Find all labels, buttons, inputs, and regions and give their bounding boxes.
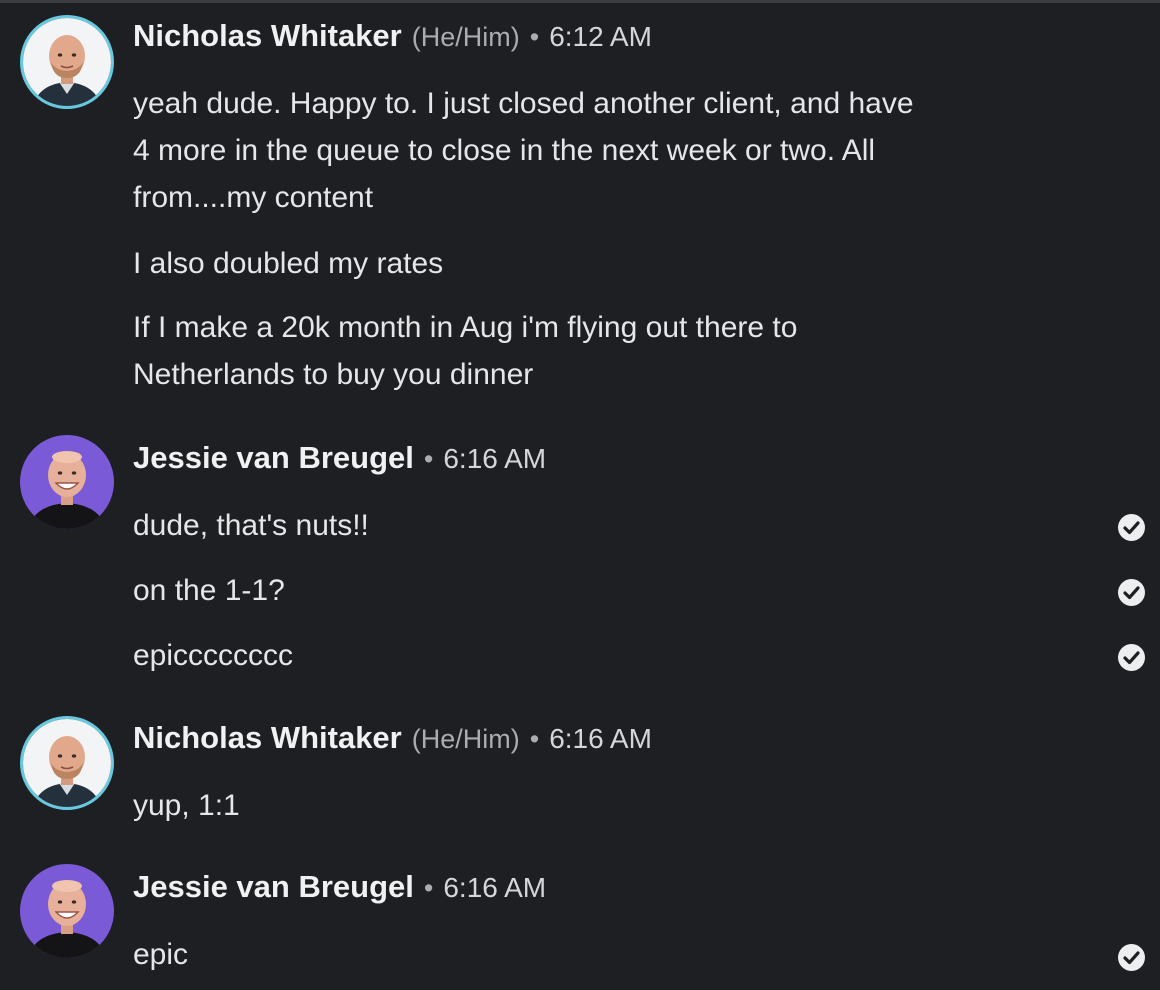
header-separator: • — [529, 724, 540, 754]
message-text: yeah dude. Happy to. I just closed anoth… — [133, 80, 1033, 221]
header-separator: • — [423, 444, 434, 474]
message-text: I also doubled my rates — [133, 240, 1033, 287]
header-separator: • — [423, 873, 434, 903]
message-line: yup, 1:1 — [133, 789, 240, 822]
message-text: epicccccccc — [133, 632, 1033, 679]
message-line: on the 1-1? — [133, 574, 285, 607]
message-line: I also doubled my rates — [133, 247, 444, 280]
message-header: Jessie van Breugel • 6:16 AM — [133, 440, 546, 480]
message-text: If I make a 20k month in Aug i'm flying … — [133, 304, 1033, 398]
avatar-jessie[interactable] — [20, 435, 114, 529]
avatar-jessie-image — [20, 864, 114, 958]
sender-name[interactable]: Jessie van Breugel — [133, 869, 414, 905]
check-circle-icon — [1118, 514, 1145, 541]
message-header: Jessie van Breugel • 6:16 AM — [133, 869, 546, 909]
check-circle-icon — [1118, 644, 1145, 671]
check-circle-icon — [1118, 579, 1145, 606]
message-line: epic — [133, 938, 189, 971]
message-timestamp: 6:16 AM — [443, 872, 547, 903]
message-timestamp: 6:16 AM — [549, 723, 652, 754]
message-line: from....my content — [133, 181, 374, 214]
avatar-nicholas-image — [23, 18, 111, 106]
message-timestamp: 6:12 AM — [549, 21, 652, 52]
check-circle-icon — [1118, 944, 1145, 971]
header-separator: • — [529, 22, 540, 52]
message-line: yeah dude. Happy to. I just closed anoth… — [133, 87, 914, 120]
top-divider — [0, 0, 1160, 3]
message-text: epic — [133, 931, 1033, 978]
message-text: on the 1-1? — [133, 567, 1033, 614]
sender-pronoun: (He/Him) — [411, 724, 520, 754]
message-line: Netherlands to buy you dinner — [133, 358, 534, 391]
avatar-nicholas[interactable] — [20, 716, 114, 810]
sender-name[interactable]: Jessie van Breugel — [133, 440, 414, 476]
message-line: epicccccccc — [133, 639, 294, 672]
message-line: dude, that's nuts!! — [133, 509, 369, 542]
sender-pronoun: (He/Him) — [411, 22, 520, 52]
message-text: dude, that's nuts!! — [133, 502, 1033, 549]
avatar-jessie-image — [20, 435, 114, 529]
message-header: Nicholas Whitaker (He/Him) • 6:16 AM — [133, 720, 652, 760]
message-text: yup, 1:1 — [133, 782, 1033, 829]
message-header: Nicholas Whitaker (He/Him) • 6:12 AM — [133, 18, 652, 58]
message-timestamp: 6:16 AM — [443, 443, 547, 474]
message-line: 4 more in the queue to close in the next… — [133, 134, 876, 167]
avatar-nicholas-image — [23, 719, 111, 807]
sender-name[interactable]: Nicholas Whitaker — [133, 18, 402, 54]
avatar-jessie[interactable] — [20, 864, 114, 958]
message-line: If I make a 20k month in Aug i'm flying … — [133, 311, 798, 344]
sender-name[interactable]: Nicholas Whitaker — [133, 720, 402, 756]
avatar-nicholas[interactable] — [20, 15, 114, 109]
